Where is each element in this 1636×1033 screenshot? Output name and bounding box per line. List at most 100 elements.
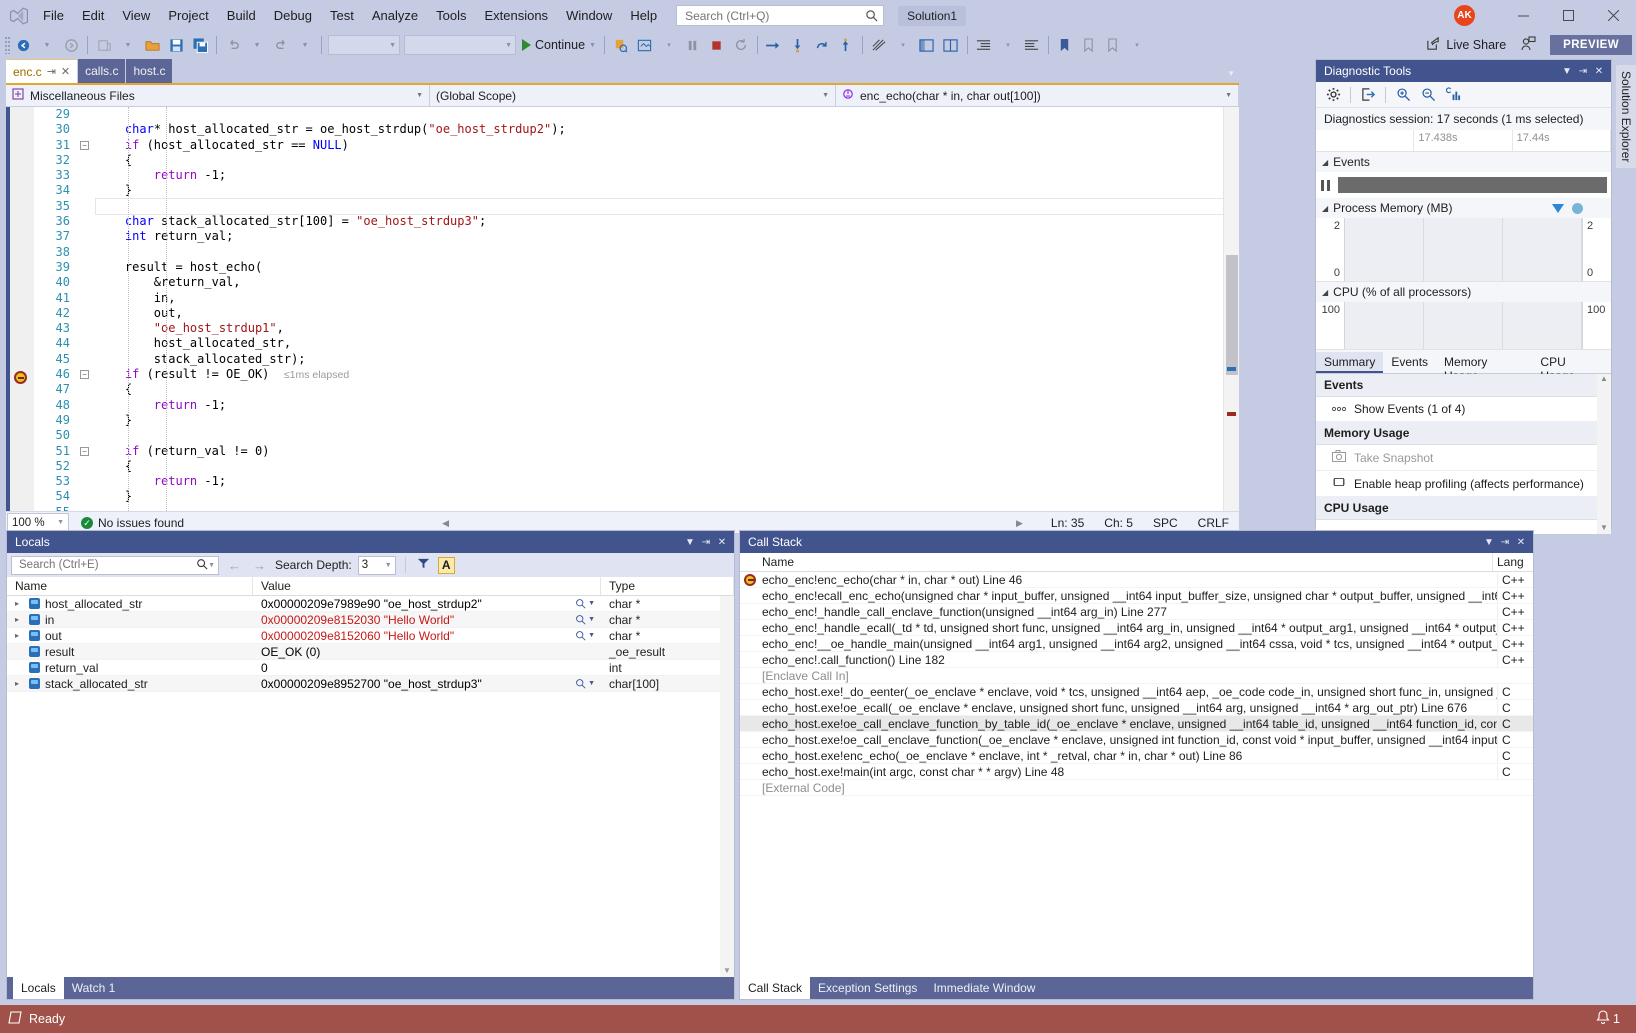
heap-profiling-row[interactable]: Enable heap profiling (affects performan…	[1316, 471, 1611, 497]
minimize-button[interactable]	[1501, 0, 1546, 31]
panel-dropdown-icon[interactable]: ▼	[682, 534, 698, 550]
config-combo[interactable]: ▼	[328, 35, 400, 55]
column-name[interactable]: Name	[740, 553, 1493, 571]
call-stack-row[interactable]: echo_host.exe!oe_call_enclave_function_b…	[740, 716, 1533, 732]
expand-triangle-icon[interactable]: ▸	[15, 631, 24, 640]
column-lang[interactable]: Lang	[1493, 553, 1533, 571]
call-stack-row[interactable]: echo_host.exe!oe_call_enclave_function(_…	[740, 732, 1533, 748]
menu-extensions[interactable]: Extensions	[475, 3, 557, 29]
tab-enc-c[interactable]: enc.c ⇥ ✕	[6, 59, 77, 83]
locals-name-cell[interactable]: ▸stack_allocated_str	[7, 677, 253, 691]
pin-icon[interactable]: ⇥	[1575, 63, 1591, 79]
code-line[interactable]: char stack_allocated_str[100] = "oe_host…	[96, 214, 1239, 229]
debug-tools-dropdown-icon[interactable]: ▾	[892, 34, 914, 56]
locals-scrollbar[interactable]: ▼	[720, 596, 734, 977]
scroll-right-icon[interactable]: ▶	[1016, 518, 1023, 529]
back-navigate-icon[interactable]	[12, 34, 34, 56]
tab-memory-usage[interactable]: Memory Usage	[1436, 352, 1532, 373]
step-over-icon[interactable]	[763, 34, 785, 56]
continue-button[interactable]: Continue ▼	[518, 34, 600, 56]
chevron-down-icon[interactable]: ▼	[57, 519, 64, 526]
pin-icon[interactable]: ⇥	[698, 534, 714, 550]
code-line[interactable]: }	[96, 183, 1239, 198]
outdent-icon[interactable]	[1021, 34, 1043, 56]
search-prev-icon[interactable]: ←	[225, 558, 244, 573]
new-project-dropdown-icon[interactable]: ▼	[117, 34, 139, 56]
tab-locals[interactable]: Locals	[13, 977, 64, 999]
debug-tools-icon[interactable]	[868, 34, 890, 56]
panel-dropdown-icon[interactable]: ▼	[1559, 63, 1575, 79]
open-file-icon[interactable]	[141, 34, 163, 56]
call-stack-row[interactable]: [External Code]	[740, 780, 1533, 796]
column-value[interactable]: Value	[253, 577, 601, 595]
pin-icon[interactable]: ⇥	[47, 65, 56, 78]
table-row[interactable]: ▸out0x00000209e8152060 "Hello World"▼cha…	[7, 628, 734, 644]
take-snapshot-row[interactable]: Take Snapshot	[1316, 445, 1611, 471]
notifications-button[interactable]: 1	[1596, 1010, 1620, 1028]
maximize-button[interactable]	[1546, 0, 1591, 31]
preview-button[interactable]: PREVIEW	[1550, 35, 1632, 55]
code-line[interactable]: return -1;	[96, 398, 1239, 413]
locals-search[interactable]: ▼	[11, 556, 219, 575]
avatar[interactable]: AK	[1454, 5, 1475, 26]
expand-triangle-icon[interactable]: ▸	[15, 599, 24, 608]
chevron-down-icon[interactable]: ▼	[822, 92, 829, 99]
reset-view-icon[interactable]	[1442, 84, 1464, 105]
code-line[interactable]	[96, 107, 1239, 122]
search-input[interactable]	[683, 8, 865, 24]
live-share-button[interactable]: Live Share	[1422, 36, 1510, 54]
code-line[interactable]: out,	[96, 306, 1239, 321]
code-line[interactable]	[96, 505, 1239, 511]
locals-value-cell[interactable]: 0x00000209e8152060 "Hello World"▼	[253, 629, 601, 643]
expand-triangle-icon[interactable]: ▸	[15, 679, 24, 688]
call-stack-row[interactable]: echo_host.exe!_do_eenter(_oe_enclave * e…	[740, 684, 1533, 700]
scrollbar-thumb[interactable]	[1226, 255, 1238, 375]
menu-build[interactable]: Build	[218, 3, 265, 29]
diagnostic-scrollbar[interactable]: ▲ ▼	[1597, 374, 1611, 534]
code-line[interactable]: char* host_allocated_str = oe_host_strdu…	[96, 122, 1239, 137]
code-line[interactable]: {	[96, 459, 1239, 474]
call-stack-row[interactable]: echo_enc!__oe_handle_main(unsigned __int…	[740, 636, 1533, 652]
nav-project-combo[interactable]: Miscellaneous Files ▼	[6, 85, 430, 106]
menu-project[interactable]: Project	[159, 3, 217, 29]
collapse-icon[interactable]: −	[80, 447, 89, 456]
code-line[interactable]: &return_val,	[96, 275, 1239, 290]
menu-help[interactable]: Help	[621, 3, 666, 29]
call-stack-row[interactable]: echo_enc!enc_echo(char * in, char * out)…	[740, 572, 1533, 588]
code-editor[interactable]: 2930313233343536373839404142434445464748…	[6, 107, 1239, 511]
tab-overflow-icon[interactable]: ▼	[1227, 69, 1235, 78]
chevron-down-icon[interactable]: ▼	[589, 42, 596, 49]
close-icon[interactable]: ✕	[714, 534, 730, 550]
issues-indicator[interactable]: ✓ No issues found	[81, 516, 184, 530]
step-out-icon[interactable]	[811, 34, 833, 56]
code-line[interactable]: }	[96, 413, 1239, 428]
pause-icon[interactable]	[682, 34, 704, 56]
tab-exception-settings[interactable]: Exception Settings	[810, 977, 925, 999]
column-name[interactable]: Name	[7, 577, 253, 595]
cpu-group-header[interactable]: ◢ CPU (% of all processors)	[1316, 282, 1611, 302]
code-line[interactable]: host_allocated_str,	[96, 336, 1239, 351]
code-line[interactable]: result = host_echo(	[96, 260, 1239, 275]
new-project-icon[interactable]	[93, 34, 115, 56]
save-icon[interactable]	[165, 34, 187, 56]
redo-dropdown-icon[interactable]: ▼	[294, 34, 316, 56]
call-stack-row[interactable]: echo_enc!ecall_enc_echo(unsigned char * …	[740, 588, 1533, 604]
call-stack-row[interactable]: echo_host.exe!oe_ecall(_oe_enclave * enc…	[740, 700, 1533, 716]
locals-value-cell[interactable]: OE_OK (0)	[253, 645, 601, 659]
show-events-row[interactable]: Show Events (1 of 4)	[1316, 397, 1611, 422]
code-line[interactable]: stack_allocated_str);	[96, 352, 1239, 367]
close-icon[interactable]: ✕	[1591, 63, 1607, 79]
editor-horizontal-scrollbar[interactable]: ◀ ▶	[192, 516, 1033, 530]
chevron-down-icon[interactable]: ▼	[416, 92, 423, 99]
code-line[interactable]	[96, 428, 1239, 443]
indent-dropdown-icon[interactable]: ▾	[997, 34, 1019, 56]
menu-edit[interactable]: Edit	[73, 3, 113, 29]
code-line[interactable]: if (host_allocated_str == NULL)	[96, 138, 1239, 153]
menu-view[interactable]: View	[113, 3, 159, 29]
undo-dropdown-icon[interactable]: ▼	[246, 34, 268, 56]
code-line[interactable]: return -1;	[96, 168, 1239, 183]
collapse-icon[interactable]: −	[80, 370, 89, 379]
save-all-icon[interactable]	[189, 34, 211, 56]
table-row[interactable]: ▸host_allocated_str0x00000209e7989e90 "o…	[7, 596, 734, 612]
back-dropdown-icon[interactable]: ▼	[36, 34, 58, 56]
